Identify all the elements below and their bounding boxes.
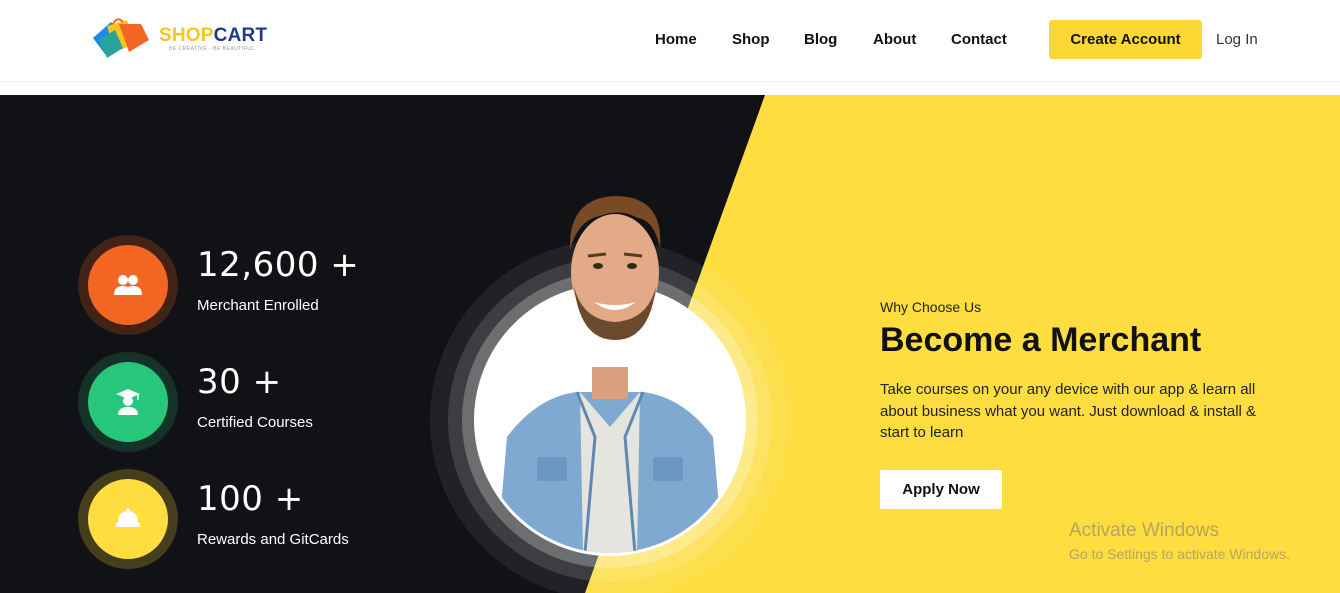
login-link[interactable]: Log In	[1216, 31, 1258, 48]
gift-icon	[116, 508, 140, 527]
stat-icon-circle	[88, 479, 168, 559]
hero-section: 12,600 + Merchant Enrolled 30 + Certifie…	[0, 95, 1340, 593]
logo-tagline: BE CREATIVE · BE BEAUTIFUL	[169, 46, 255, 52]
stat-courses: 30 + Certified Courses	[78, 352, 438, 452]
stat-icon-circle	[88, 245, 168, 325]
shopping-bags-logo-icon	[93, 18, 149, 58]
graduate-icon	[116, 389, 140, 415]
stat-value: 30 +	[197, 362, 282, 402]
logo-wordmark: SHOPCART	[159, 25, 267, 47]
nav-contact[interactable]: Contact	[951, 31, 1007, 48]
users-icon	[114, 275, 142, 295]
windows-watermark-title: Activate Windows	[1069, 520, 1219, 541]
logo-text-cart: CART	[213, 25, 268, 46]
stat-label: Certified Courses	[197, 414, 313, 431]
windows-watermark-subtitle: Go to Settings to activate Windows.	[1069, 546, 1290, 562]
stat-merchants: 12,600 + Merchant Enrolled	[78, 235, 438, 335]
stat-rewards: 100 + Rewards and GitCards	[78, 469, 438, 569]
stat-icon-circle	[88, 362, 168, 442]
shopcart-logo[interactable]: SHOPCART BE CREATIVE · BE BEAUTIFUL	[93, 18, 273, 60]
apply-now-button[interactable]: Apply Now	[880, 470, 1002, 509]
logo-text-shop: SHOP	[159, 25, 214, 46]
stat-label: Rewards and GitCards	[197, 531, 349, 548]
stat-label: Merchant Enrolled	[197, 297, 319, 314]
nav-about[interactable]: About	[873, 31, 916, 48]
merchant-photo-wrap	[430, 196, 790, 593]
stat-value: 100 +	[197, 479, 304, 519]
stat-value: 12,600 +	[197, 245, 360, 285]
nav-shop[interactable]: Shop	[732, 31, 770, 48]
site-header: SHOPCART BE CREATIVE · BE BEAUTIFUL Home…	[0, 0, 1340, 82]
nav-home[interactable]: Home	[655, 31, 697, 48]
hero-description: Take courses on your any device with our…	[880, 381, 1257, 441]
create-account-button[interactable]: Create Account	[1049, 20, 1202, 59]
man-head-illustration	[569, 196, 661, 340]
section-eyebrow: Why Choose Us	[880, 299, 982, 315]
nav-blog[interactable]: Blog	[804, 31, 837, 48]
hero-title: Become a Merchant	[880, 321, 1202, 359]
